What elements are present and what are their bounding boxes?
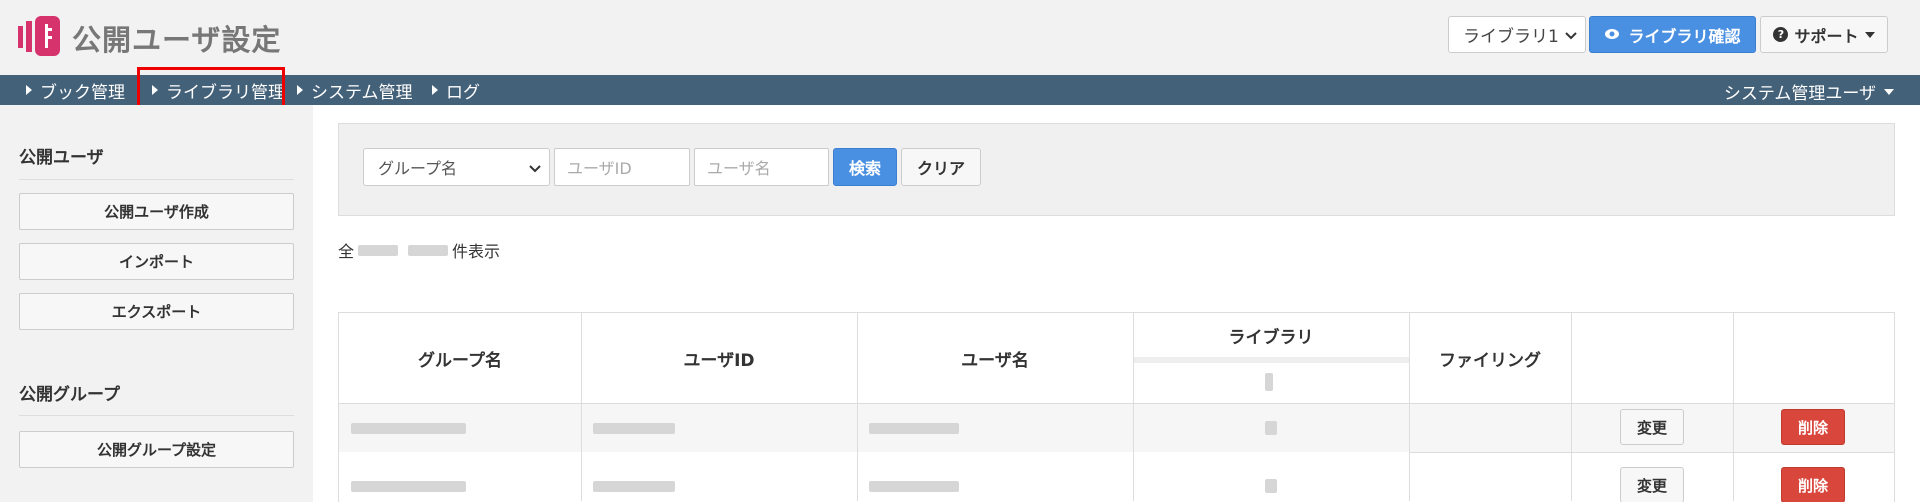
- redacted-value: [351, 423, 466, 434]
- eye-icon: [1604, 25, 1620, 44]
- redacted-value: [869, 423, 959, 434]
- divider: [1409, 313, 1410, 501]
- edit-button[interactable]: 変更: [1620, 409, 1684, 445]
- triangle-right-icon: [297, 85, 303, 95]
- count-prefix: 全: [338, 242, 355, 261]
- caret-down-icon: [1864, 31, 1875, 38]
- search-button[interactable]: 検索: [833, 148, 897, 186]
- export-button[interactable]: エクスポート: [19, 293, 294, 330]
- group-select[interactable]: グループ名: [363, 148, 550, 186]
- column-header-user-id: ユーザID: [683, 350, 755, 371]
- main-nav: ブック管理 ライブラリ管理 システム管理 ログ システム管理ユーザ: [0, 75, 1920, 105]
- redacted-value: [869, 481, 959, 492]
- create-user-button[interactable]: 公開ユーザ作成: [19, 193, 294, 230]
- user-name-input[interactable]: ユーザ名: [694, 148, 829, 186]
- library-confirm-button[interactable]: ライブラリ確認: [1589, 16, 1756, 53]
- result-count: 全 件表示: [338, 238, 500, 262]
- chevron-down-icon: [529, 158, 541, 177]
- search-panel: グループ名 ユーザID ユーザ名 検索 クリア: [338, 123, 1895, 216]
- group-settings-button[interactable]: 公開グループ設定: [19, 431, 294, 468]
- chevron-down-icon: [1565, 25, 1577, 45]
- user-id-placeholder: ユーザID: [567, 159, 632, 178]
- redacted-value: [408, 244, 449, 256]
- redacted-value: [351, 481, 466, 492]
- library-confirm-label: ライブラリ確認: [1628, 26, 1741, 46]
- divider: [19, 179, 294, 180]
- nav-item-book[interactable]: ブック管理: [26, 79, 125, 103]
- triangle-right-icon: [432, 85, 438, 95]
- divider: [1133, 357, 1409, 363]
- header: 公開ユーザ設定 ライブラリ1 ライブラリ確認 ? サポート: [0, 0, 1920, 75]
- main-content: グループ名 ユーザID ユーザ名 検索 クリア 全 件表示 グループ名 ユーザI…: [313, 105, 1920, 502]
- redacted-value: [1265, 479, 1277, 493]
- column-header-user-name: ユーザ名: [961, 350, 1029, 371]
- nav-item-system[interactable]: システム管理: [297, 79, 413, 103]
- nav-item-label: ログ: [446, 82, 480, 103]
- redacted-value: [593, 423, 675, 434]
- divider: [1133, 313, 1134, 501]
- question-icon: ?: [1773, 27, 1789, 42]
- user-menu-label: システム管理ユーザ: [1723, 84, 1876, 104]
- sidebar-heading-users: 公開ユーザ: [19, 148, 104, 168]
- delete-button[interactable]: 削除: [1781, 467, 1845, 502]
- support-label: サポート: [1794, 26, 1859, 46]
- divider: [1733, 313, 1734, 501]
- users-table: グループ名 ユーザID ユーザ名 ライブラリ ファイリング 変更 削除 変更 削…: [338, 312, 1895, 502]
- nav-item-log[interactable]: ログ: [432, 79, 480, 103]
- app-logo: [18, 16, 60, 56]
- import-button[interactable]: インポート: [19, 243, 294, 280]
- column-header-filing: ファイリング: [1439, 350, 1541, 371]
- divider: [19, 415, 294, 416]
- count-suffix: 件表示: [452, 242, 501, 261]
- divider: [1571, 313, 1572, 501]
- user-menu[interactable]: システム管理ユーザ: [1724, 79, 1894, 104]
- redacted-value: [1265, 373, 1273, 391]
- edit-button[interactable]: 変更: [1620, 467, 1684, 502]
- sidebar: 公開ユーザ 公開ユーザ作成 インポート エクスポート 公開グループ 公開グループ…: [0, 105, 313, 502]
- redacted-value: [593, 481, 675, 492]
- divider: [581, 313, 582, 501]
- divider: [1409, 452, 1894, 453]
- group-select-value: グループ名: [378, 159, 458, 178]
- column-header-group: グループ名: [418, 350, 502, 371]
- redacted-value: [358, 244, 399, 256]
- column-header-library: ライブラリ: [1228, 327, 1314, 348]
- user-id-input[interactable]: ユーザID: [554, 148, 690, 186]
- support-menu-button[interactable]: ? サポート: [1760, 16, 1888, 53]
- nav-item-label: ブック管理: [40, 82, 125, 103]
- delete-button[interactable]: 削除: [1781, 409, 1845, 445]
- clear-button[interactable]: クリア: [901, 148, 981, 186]
- divider: [339, 403, 1894, 404]
- user-name-placeholder: ユーザ名: [707, 159, 771, 178]
- library-select-value: ライブラリ1: [1463, 27, 1559, 47]
- redacted-value: [1265, 421, 1277, 435]
- page-title: 公開ユーザ設定: [72, 23, 282, 57]
- divider: [857, 313, 858, 501]
- nav-item-label: システム管理: [311, 82, 413, 103]
- sidebar-heading-groups: 公開グループ: [19, 385, 120, 405]
- library-select[interactable]: ライブラリ1: [1448, 16, 1586, 53]
- triangle-right-icon: [26, 85, 32, 95]
- caret-down-icon: [1884, 88, 1894, 95]
